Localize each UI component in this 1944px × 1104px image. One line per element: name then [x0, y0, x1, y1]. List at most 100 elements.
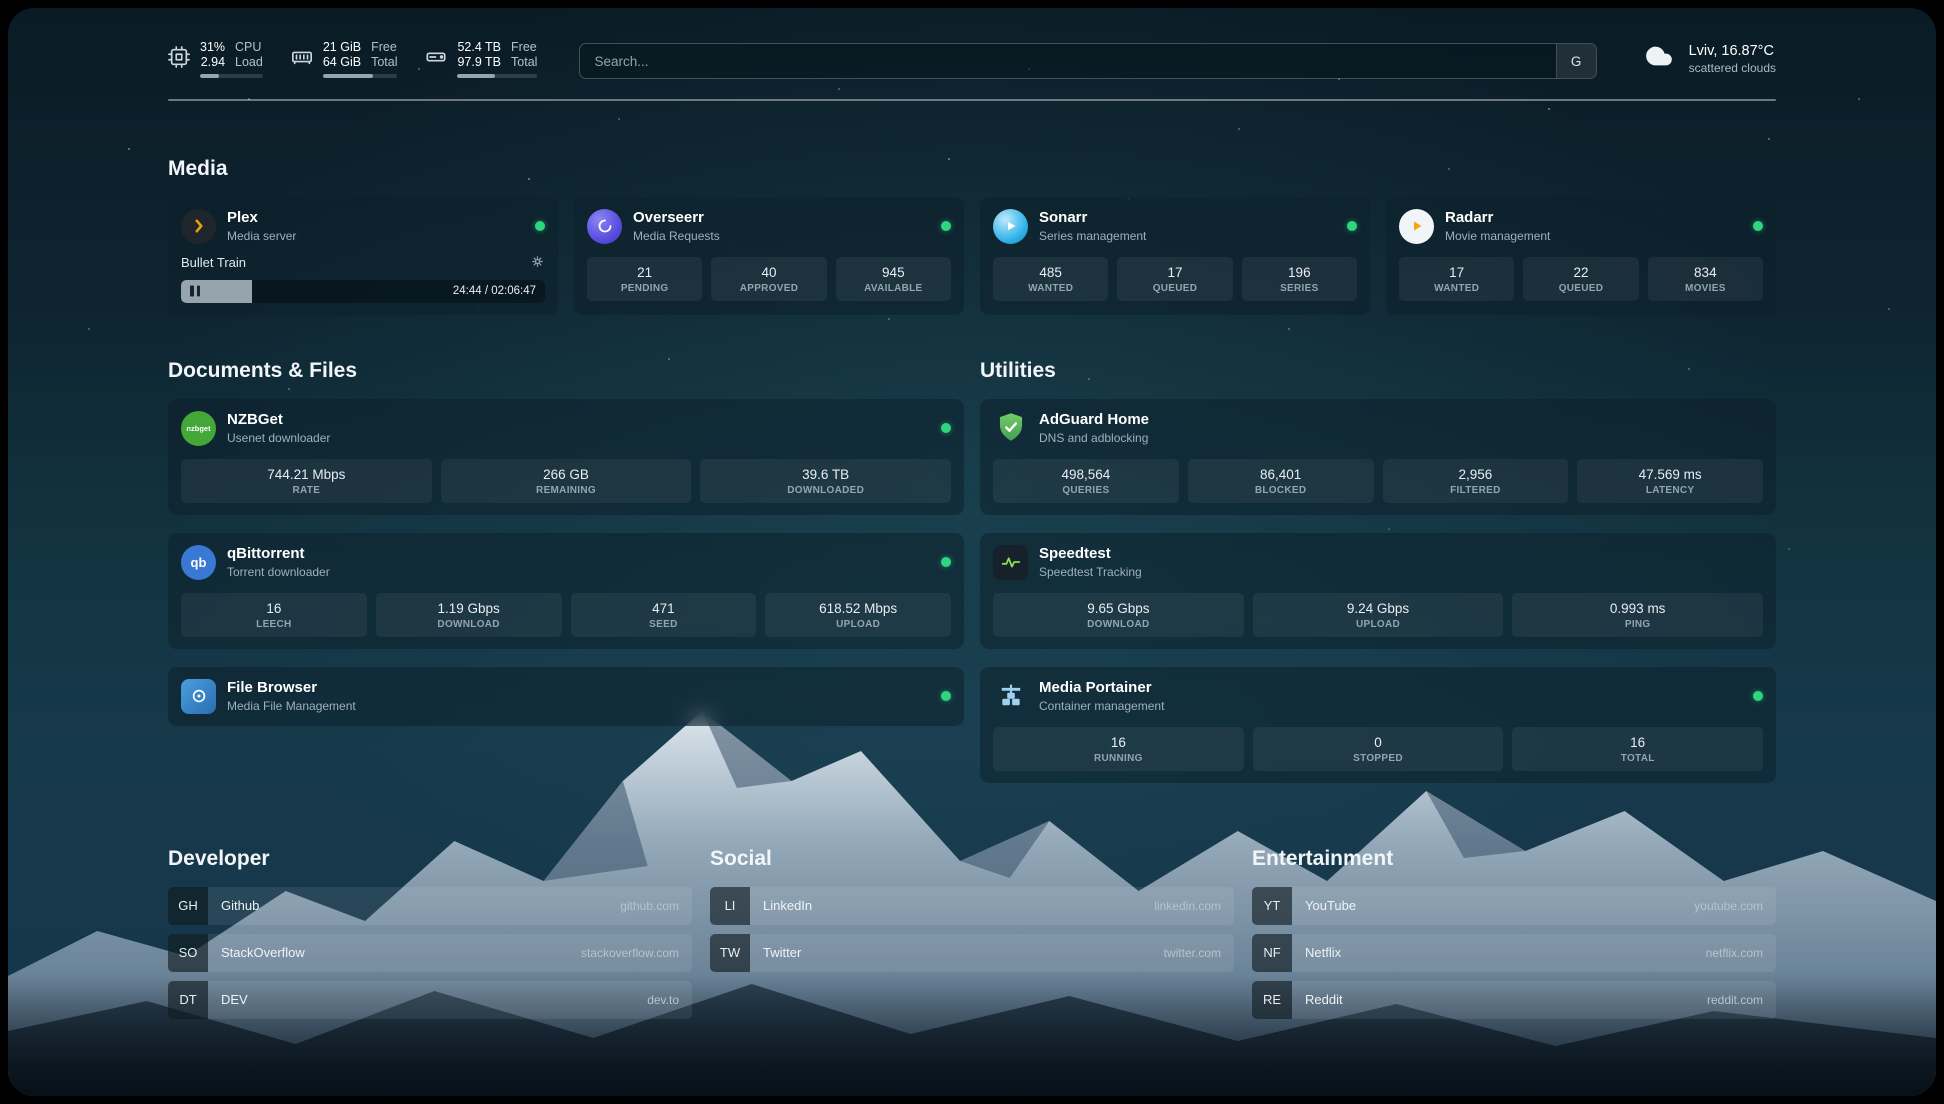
service-card-adguard: AdGuard Home DNS and adblocking 498,564Q… — [980, 399, 1776, 515]
section-title-documents: Documents & Files — [168, 359, 964, 383]
bookmark-linkedin[interactable]: LI LinkedIn linkedin.com — [710, 887, 1234, 925]
service-card-nzbget: nzbget NZBGet Usenet downloader 744.21 M… — [168, 399, 964, 515]
stat-label: LATENCY — [1579, 485, 1761, 496]
stat-seed: 471 SEED — [571, 593, 757, 637]
developer-column: Developer GH Github github.com SO StackO… — [168, 847, 692, 1028]
bookmark-dev[interactable]: DT DEV dev.to — [168, 981, 692, 1019]
bookmark-netflix[interactable]: NF Netflix netflix.com — [1252, 934, 1776, 972]
stat-upload: 618.52 MbpsUPLOAD — [765, 593, 951, 637]
memory-icon — [291, 46, 313, 78]
youtube-icon: YT — [1252, 887, 1292, 925]
memory-widget: 21 GiB Free 64 GiB Total — [291, 40, 398, 78]
section-title-developer: Developer — [168, 847, 692, 871]
stat-downloaded: 39.6 TBDOWNLOADED — [700, 459, 951, 503]
stat-value: 945 — [838, 265, 949, 280]
stat-value: 0.993 ms — [1514, 601, 1761, 616]
bookmark-github[interactable]: GH Github github.com — [168, 887, 692, 925]
search-provider-button[interactable]: G — [1556, 44, 1596, 78]
stat-value: 498,564 — [995, 467, 1177, 482]
stat-label: MOVIES — [1650, 283, 1761, 294]
status-dot — [941, 557, 951, 567]
app-desc: Media File Management — [227, 699, 356, 713]
app-name: File Browser — [227, 679, 356, 696]
bookmark-twitter[interactable]: TW Twitter twitter.com — [710, 934, 1234, 972]
bookmark-name: Netflix — [1305, 945, 1341, 960]
disk-total: 97.9 TB — [457, 55, 501, 69]
dev-icon: DT — [168, 981, 208, 1019]
app-desc: Usenet downloader — [227, 431, 330, 445]
radarr-link[interactable]: Radarr Movie management — [1399, 209, 1550, 244]
overseerr-link[interactable]: Overseerr Media Requests — [587, 209, 720, 244]
stat-label: DOWNLOAD — [995, 619, 1242, 630]
app-desc: Media server — [227, 229, 296, 243]
github-icon: GH — [168, 887, 208, 925]
filebrowser-link[interactable]: File Browser Media File Management — [181, 679, 356, 714]
disk-free: 52.4 TB — [457, 40, 501, 54]
bookmark-stackoverflow[interactable]: SO StackOverflow stackoverflow.com — [168, 934, 692, 972]
status-dot — [1753, 691, 1763, 701]
stat-series: 196SERIES — [1242, 257, 1357, 301]
adguard-link[interactable]: AdGuard Home DNS and adblocking — [993, 411, 1149, 446]
speedtest-link[interactable]: Speedtest Speedtest Tracking — [993, 545, 1142, 580]
bookmark-url: linkedin.com — [1154, 899, 1221, 913]
plex-link[interactable]: Plex Media server — [181, 209, 296, 244]
app-desc: Speedtest Tracking — [1039, 565, 1142, 579]
plex-progress-bar[interactable]: 24:44 / 02:06:47 — [181, 280, 545, 303]
stat-label: STOPPED — [1255, 753, 1502, 764]
netflix-icon: NF — [1252, 934, 1292, 972]
portainer-link[interactable]: Media Portainer Container management — [993, 679, 1164, 714]
status-dot — [1753, 221, 1763, 231]
nzbget-link[interactable]: nzbget NZBGet Usenet downloader — [181, 411, 330, 446]
section-title-utilities: Utilities — [980, 359, 1776, 383]
stats-row: 498,564QUERIES 86,401BLOCKED 2,956FILTER… — [993, 459, 1763, 503]
app-name: AdGuard Home — [1039, 411, 1149, 428]
utilities-column: Utilities AdGuard Home DNS and adblockin… — [980, 359, 1776, 783]
bookmark-youtube[interactable]: YT YouTube youtube.com — [1252, 887, 1776, 925]
qbittorrent-link[interactable]: qb qBittorrent Torrent downloader — [181, 545, 330, 580]
stat-value: 1.19 Gbps — [378, 601, 560, 616]
service-card-overseerr: Overseerr Media Requests 21PENDING 40APP… — [574, 197, 964, 315]
bookmark-url: twitter.com — [1164, 946, 1221, 960]
stat-value: 9.24 Gbps — [1255, 601, 1502, 616]
sonarr-link[interactable]: Sonarr Series management — [993, 209, 1146, 244]
bookmark-name: Twitter — [763, 945, 801, 960]
status-dot — [1347, 221, 1357, 231]
pause-icon[interactable] — [190, 286, 200, 297]
disk-total-label: Total — [511, 55, 537, 69]
search-input[interactable] — [580, 44, 1555, 78]
stat-rate: 744.21 MbpsRATE — [181, 459, 432, 503]
portainer-icon — [993, 679, 1028, 714]
stats-row: 16RUNNING 0STOPPED 16TOTAL — [993, 727, 1763, 771]
stat-upload: 9.24 GbpsUPLOAD — [1253, 593, 1504, 637]
bookmark-name: Github — [221, 898, 259, 913]
gear-icon[interactable] — [530, 254, 545, 272]
qbittorrent-icon: qb — [181, 545, 216, 580]
bookmark-url: reddit.com — [1707, 993, 1763, 1007]
memory-bar — [323, 74, 398, 78]
stat-blocked: 86,401BLOCKED — [1188, 459, 1374, 503]
section-title-social: Social — [710, 847, 1234, 871]
top-bar: 31% CPU 2.94 Load 21 GiB Free 64 — [168, 8, 1776, 79]
app-name: NZBGet — [227, 411, 330, 428]
weather-condition: scattered clouds — [1689, 61, 1776, 75]
stat-label: QUEUED — [1525, 283, 1636, 294]
stat-value: 834 — [1650, 265, 1761, 280]
stat-label: DOWNLOADED — [702, 485, 949, 496]
stat-label: WANTED — [995, 283, 1106, 294]
status-dot — [535, 221, 545, 231]
stat-label: UPLOAD — [767, 619, 949, 630]
stat-label: SEED — [573, 619, 755, 630]
cpu-bar — [200, 74, 263, 78]
bookmark-name: StackOverflow — [221, 945, 305, 960]
stat-value: 471 — [573, 601, 755, 616]
media-grid: Plex Media server Bullet Train — [168, 197, 1776, 315]
stat-label: QUEUED — [1119, 283, 1230, 294]
weather-location: Lviv, 16.87°C — [1689, 43, 1776, 59]
service-card-plex: Plex Media server Bullet Train — [168, 197, 558, 315]
bookmark-reddit[interactable]: RE Reddit reddit.com — [1252, 981, 1776, 1019]
memory-total: 64 GiB — [323, 55, 361, 69]
app-name: Plex — [227, 209, 296, 226]
stat-label: APPROVED — [713, 283, 824, 294]
stat-label: PING — [1514, 619, 1761, 630]
stats-row: 744.21 MbpsRATE 266 GBREMAINING 39.6 TBD… — [181, 459, 951, 503]
